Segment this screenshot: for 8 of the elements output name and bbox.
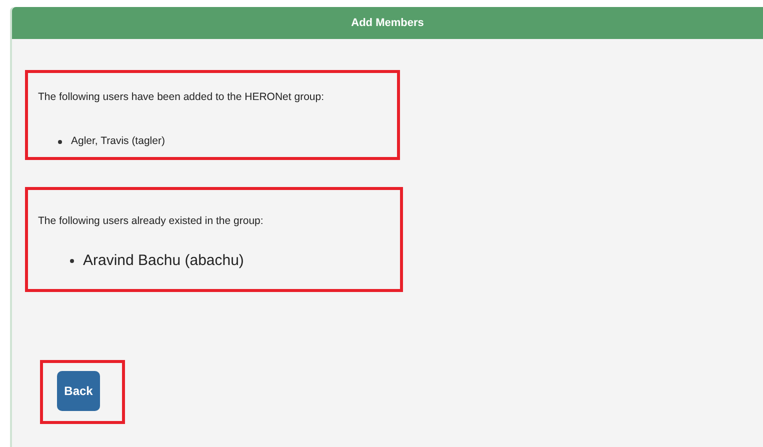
message-text: The following users already existed in the group: <box>38 214 264 229</box>
back-button[interactable]: Back <box>57 371 100 411</box>
message-text: The following users have been added to the HERONet group: <box>38 90 324 105</box>
user-name: Agler, Travis (tagler) <box>71 134 165 149</box>
user-name: Aravind Bachu (abachu) <box>83 251 244 271</box>
panel-title: Add Members <box>351 17 424 29</box>
bullet-icon <box>58 140 62 144</box>
bullet-icon <box>70 259 74 264</box>
